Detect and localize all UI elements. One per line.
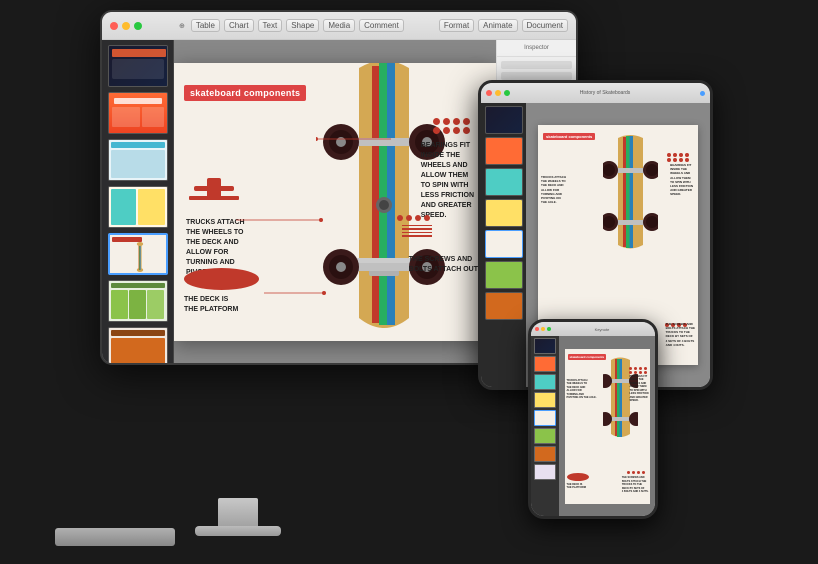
screw-lines [402, 225, 432, 237]
tablet-play-btn[interactable] [700, 91, 705, 96]
tablet-thumb-5[interactable] [485, 230, 523, 258]
screws-annotation: THE SCREWS ANDBOLTS ATTACH OUT [409, 255, 478, 275]
tablet-thumb-7[interactable] [485, 292, 523, 320]
phone-slide: skateboard components [565, 349, 650, 504]
slide-panel[interactable] [102, 40, 174, 363]
phone-body: skateboard components [531, 336, 655, 516]
screws-dots [397, 215, 431, 221]
phone-canvas: skateboard components [559, 336, 655, 516]
shape-button[interactable]: Shape [286, 19, 319, 32]
slide-thumb-1[interactable] [108, 45, 168, 87]
phone-thumb-7[interactable] [534, 446, 556, 462]
chart-button[interactable]: Chart [224, 19, 254, 32]
text-button[interactable]: Text [258, 19, 283, 32]
slide-thumb-3[interactable] [108, 139, 168, 181]
phone-thumb-4[interactable] [534, 392, 556, 408]
phone-close[interactable] [535, 327, 539, 331]
tablet-thumb-1[interactable] [485, 106, 523, 134]
tablet-thumb-2[interactable] [485, 137, 523, 165]
format-button[interactable]: Format [439, 19, 474, 32]
deck-heading: THE DECK ISTHE PLATFORM [184, 296, 238, 313]
slide-title-badge: skateboard components [184, 85, 306, 101]
phone-thumb-8[interactable] [534, 464, 556, 480]
document-button[interactable]: Document [522, 19, 568, 32]
tablet-bearings-dots [667, 153, 690, 162]
trucks-heading: TRUCKS ATTACH [186, 219, 245, 226]
mac-mini [55, 528, 175, 546]
phone-thumb-1[interactable] [534, 338, 556, 354]
deck-miniature [130, 240, 150, 272]
maximize-button[interactable] [134, 22, 142, 30]
phone-minimize[interactable] [541, 327, 545, 331]
tablet-screws-text: THE SCREWS ANDBOLTS ATTACH THETRUCKS TO … [666, 322, 695, 347]
media-button[interactable]: Media [323, 19, 355, 32]
phone-thumbnails[interactable] [531, 336, 559, 516]
tablet-minimize[interactable] [495, 90, 501, 96]
table-button[interactable]: Table [191, 19, 220, 32]
tablet-trucks-text: TRUCKS ATTACHTHE WHEELS TOTHE DECK ANDAL… [541, 175, 566, 204]
tablet-thumb-6[interactable] [485, 261, 523, 289]
deck-annotation: THE DECK ISTHE PLATFORM [184, 268, 259, 315]
toolbar: ⊕ Table Chart Text Shape Media Comment F… [102, 12, 576, 40]
bearings-heading: BEARINGS FITINSIDE THEWHEELS ANDALLOW TH… [421, 142, 474, 220]
tablet-slide-title: skateboard components [543, 133, 595, 140]
close-button[interactable] [110, 22, 118, 30]
tablet-maximize[interactable] [504, 90, 510, 96]
phone-deck-annotation: THE DECK ISTHE PLATFORM [567, 473, 589, 489]
tablet-bearings-text: BEARINGS FITINSIDE THEWHEELS ANDALLOW TH… [670, 163, 693, 197]
tablet-skateboard [603, 130, 658, 260]
tablet-thumbnails[interactable] [481, 103, 526, 387]
phone-bearings-text: BEARINGS FITINSIDE THEWHEELS ANDALLOW TH… [629, 375, 648, 403]
slide-thumb-7[interactable] [108, 327, 168, 363]
slide-thumb-5[interactable] [108, 233, 168, 275]
canvas-area[interactable]: skateboard components [174, 40, 496, 363]
monitor-stand [218, 498, 258, 528]
phone-bearings-dots [629, 367, 648, 374]
phone-thumb-3[interactable] [534, 374, 556, 390]
trucks-line [236, 218, 326, 223]
inspector-label: Inspector [497, 40, 576, 57]
bearings-annotation: BEARINGS FITINSIDE THEWHEELS ANDALLOW TH… [421, 141, 474, 222]
monitor-stand-base [195, 526, 281, 536]
toolbar-icon-add: ⊕ [179, 22, 185, 30]
tablet-title: History of Skateboards [513, 90, 697, 96]
bearings-dots [433, 118, 471, 134]
slide-thumb-2[interactable] [108, 92, 168, 134]
slide-thumb-4[interactable] [108, 186, 168, 228]
phone-screws-dots [627, 471, 646, 474]
phone-title: Keynote [553, 327, 651, 332]
phone-thumb-2[interactable] [534, 356, 556, 372]
slide-canvas: skateboard components [174, 63, 496, 341]
screws-text: THE SCREWS ANDBOLTS ATTACH OUT [409, 256, 478, 273]
phone-thumb-5[interactable] [534, 410, 556, 426]
tablet-toolbar: History of Skateboards [481, 83, 710, 103]
phone-toolbar: Keynote [531, 322, 655, 336]
comment-button[interactable]: Comment [359, 19, 404, 32]
phone-thumb-6[interactable] [534, 428, 556, 444]
tablet-thumb-3[interactable] [485, 168, 523, 196]
phone-screws-text: THE SCREWS ANDBOLTS ATTACH THETRUCKS TO … [622, 476, 649, 494]
phone-screen: Keynote skateboard components [531, 322, 655, 516]
slide-thumb-6[interactable] [108, 280, 168, 322]
phone: Keynote skateboard components [528, 319, 658, 519]
tablet-thumb-4[interactable] [485, 199, 523, 227]
minimize-button[interactable] [122, 22, 130, 30]
phone-maximize[interactable] [547, 327, 551, 331]
animate-button[interactable]: Animate [478, 19, 517, 32]
phone-trucks-text: TRUCKS ATTACHTHE WHEELS TOTHE DECK ANDAL… [567, 379, 597, 400]
phone-slide-title: skateboard components [568, 354, 607, 360]
tablet-close[interactable] [486, 90, 492, 96]
